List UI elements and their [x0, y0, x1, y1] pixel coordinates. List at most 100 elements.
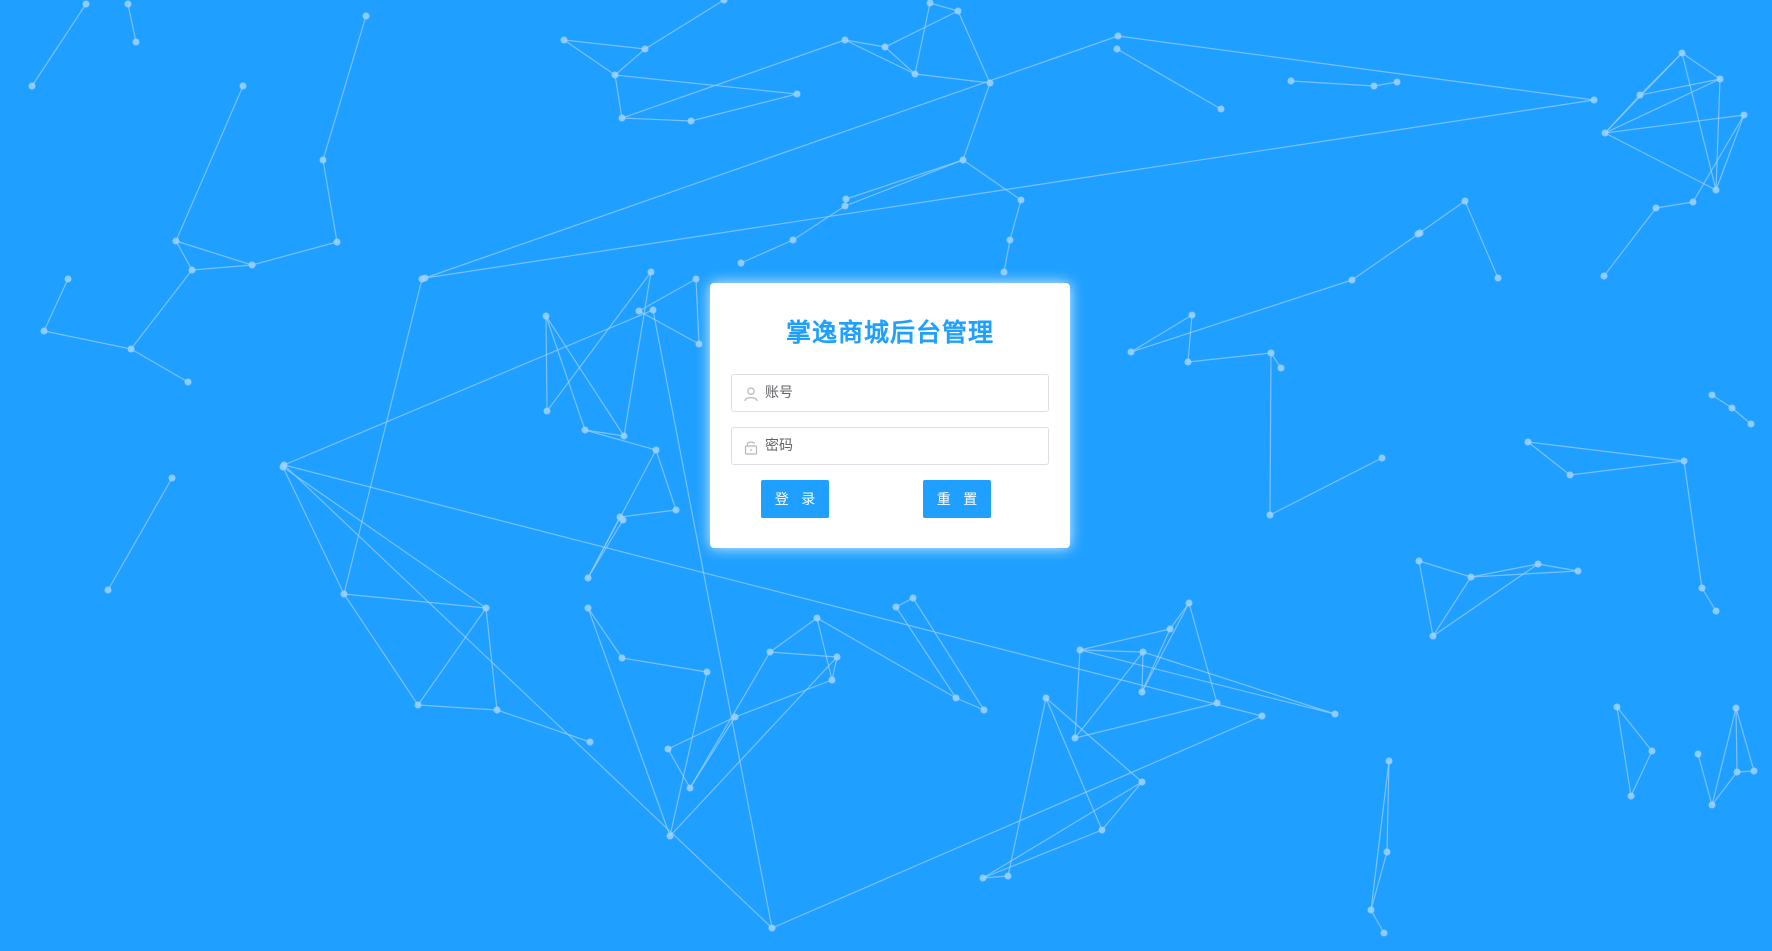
network-line — [43, 330, 132, 350]
network-node — [686, 784, 694, 792]
network-line — [1373, 81, 1398, 87]
network-node — [82, 0, 90, 8]
network-line — [343, 593, 487, 609]
password-field[interactable] — [731, 427, 1049, 465]
network-line — [1604, 78, 1721, 134]
network-line — [343, 593, 419, 706]
network-line — [127, 3, 137, 43]
network-node — [1166, 625, 1174, 633]
network-line — [1432, 563, 1539, 637]
network-node — [1733, 768, 1741, 776]
username-field[interactable] — [731, 374, 1049, 412]
network-node — [1716, 75, 1724, 83]
network-node — [1627, 792, 1635, 800]
network-line — [175, 85, 244, 242]
network-line — [1142, 651, 1336, 715]
network-line — [884, 46, 916, 75]
network-node — [1747, 420, 1755, 428]
network-line — [669, 656, 838, 837]
network-line — [1141, 628, 1171, 693]
login-button[interactable]: 登 录 — [761, 480, 829, 518]
network-line — [982, 781, 1143, 879]
network-line — [1116, 48, 1222, 110]
network-line — [1130, 314, 1193, 353]
network-line — [1007, 697, 1047, 877]
network-line — [1537, 563, 1579, 572]
network-node — [1017, 196, 1025, 204]
network-node — [1267, 349, 1275, 357]
network-line — [1432, 576, 1472, 637]
network-line — [769, 651, 838, 658]
network-node — [926, 0, 934, 7]
network-line — [283, 464, 773, 929]
network-node — [980, 706, 988, 714]
network-line — [130, 269, 193, 350]
network-node — [833, 653, 841, 661]
network-node — [1076, 646, 1084, 654]
network-node — [362, 12, 370, 20]
network-line — [1630, 750, 1653, 797]
network-node — [1712, 186, 1720, 194]
network-line — [31, 3, 87, 87]
network-node — [618, 654, 626, 662]
network-node — [1740, 111, 1748, 119]
network-line — [614, 74, 623, 119]
network-line — [982, 829, 1103, 879]
network-line — [1616, 706, 1653, 752]
network-node — [952, 694, 960, 702]
network-line — [282, 466, 487, 609]
network-node — [493, 706, 501, 714]
network-node — [1277, 364, 1285, 372]
network-node — [64, 275, 72, 283]
network-line — [1639, 78, 1721, 96]
network-line — [844, 39, 916, 75]
network-node — [1287, 77, 1295, 85]
network-node — [616, 513, 624, 521]
network-line — [107, 477, 173, 591]
network-line — [1370, 851, 1388, 911]
network-node — [692, 275, 700, 283]
network-line — [1731, 407, 1752, 425]
network-line — [1188, 602, 1218, 704]
network-node — [1461, 197, 1469, 205]
network-node — [1006, 236, 1014, 244]
network-node — [841, 36, 849, 44]
network-line — [1527, 441, 1685, 462]
network-node — [1217, 105, 1225, 113]
reset-button[interactable]: 重 置 — [923, 480, 991, 518]
network-node — [172, 237, 180, 245]
network-node — [482, 604, 490, 612]
network-node — [618, 114, 626, 122]
network-line — [1418, 560, 1434, 637]
network-node — [1694, 750, 1702, 758]
network-line — [424, 99, 1595, 279]
username-input[interactable] — [765, 375, 1045, 411]
network-node — [1566, 471, 1574, 479]
network-node — [1000, 268, 1008, 276]
network-node — [1429, 632, 1437, 640]
network-line — [1009, 199, 1022, 241]
network-node — [909, 594, 917, 602]
network-line — [1464, 200, 1499, 279]
network-node — [695, 340, 703, 348]
network-node — [1385, 757, 1393, 765]
network-line — [734, 679, 833, 718]
network-node — [1393, 78, 1401, 86]
network-node — [703, 668, 711, 676]
network-node — [1380, 929, 1388, 937]
network-node — [239, 82, 247, 90]
network-node — [1648, 747, 1656, 755]
network-node — [1698, 584, 1706, 592]
network-node — [1138, 688, 1146, 696]
network-node — [40, 327, 48, 335]
network-node — [652, 446, 660, 454]
network-line — [914, 2, 931, 75]
network-line — [496, 709, 591, 743]
network-line — [1290, 80, 1375, 87]
password-input[interactable] — [765, 428, 1045, 464]
network-line — [1141, 602, 1190, 693]
network-line — [1604, 114, 1745, 134]
network-line — [1683, 460, 1703, 589]
network-line — [1370, 760, 1390, 911]
network-line — [545, 315, 586, 431]
